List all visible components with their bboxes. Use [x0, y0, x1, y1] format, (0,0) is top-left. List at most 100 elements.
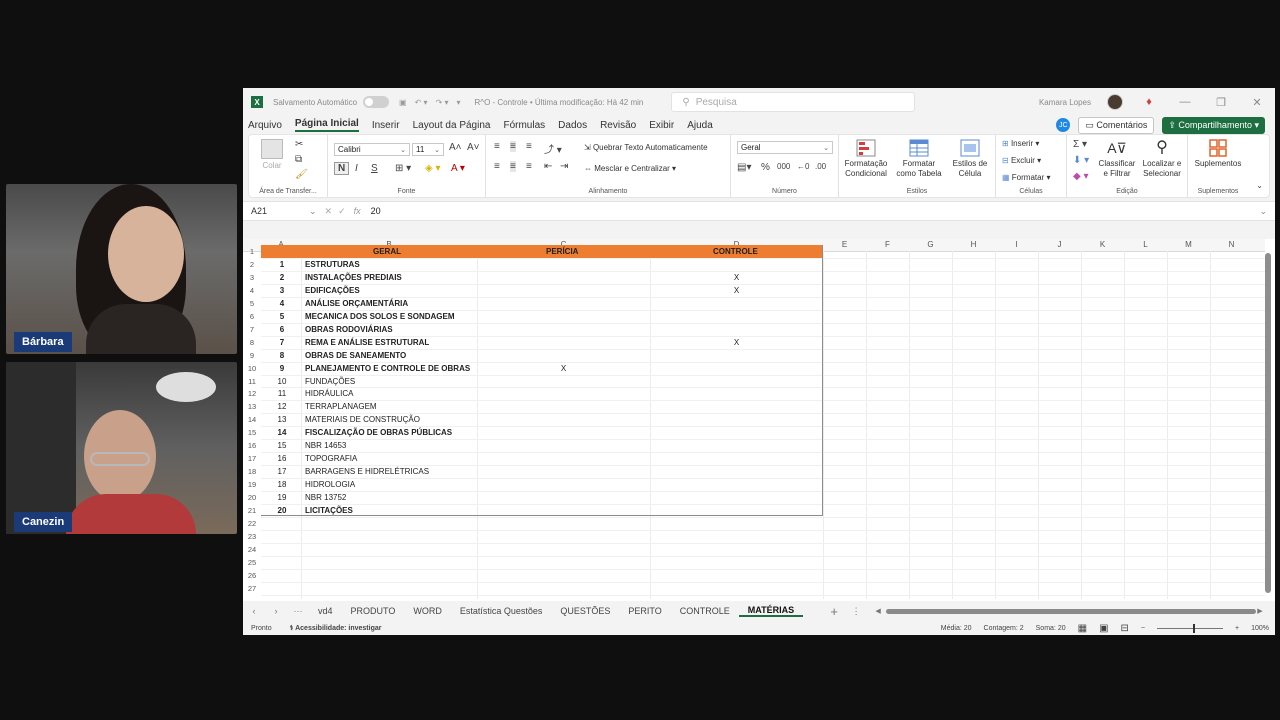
cell-number[interactable]: 16 — [271, 452, 293, 465]
row-header[interactable]: 7 — [243, 325, 261, 334]
font-name-combo[interactable]: Calibri ⌄ — [334, 143, 410, 156]
align-left-icon[interactable]: ≡ — [494, 161, 500, 172]
row-header[interactable]: 1 — [243, 247, 261, 256]
row-header[interactable]: 16 — [243, 441, 261, 450]
row-header[interactable]: 15 — [243, 428, 261, 437]
cell-subject[interactable]: TOPOGRAFIA — [305, 452, 357, 465]
number-format-combo[interactable]: Geral ⌄ — [737, 141, 833, 154]
collapse-ribbon-icon[interactable]: ⌄ — [1256, 181, 1263, 190]
enter-icon[interactable]: ✓ — [338, 206, 346, 217]
row-header[interactable]: 13 — [243, 402, 261, 411]
cell-subject[interactable]: HIDRÁULICA — [305, 387, 353, 400]
header-controle[interactable]: CONTROLE — [713, 245, 758, 258]
fill-color-icon[interactable]: ◈ ▾ — [425, 163, 441, 174]
orientation-icon[interactable]: ⤴ ▾ — [544, 141, 562, 156]
table-header-row[interactable]: GERAL PERÍCIA CONTROLE — [261, 245, 823, 258]
fill-icon[interactable]: ⬇ ▾ — [1073, 155, 1089, 166]
font-color-icon[interactable]: A ▾ — [451, 163, 465, 174]
autosum-icon[interactable]: Σ ▾ — [1073, 139, 1087, 150]
cell-controle-mark[interactable]: X — [650, 284, 823, 297]
indent-icon[interactable]: ⇥ — [560, 161, 568, 172]
cell-subject[interactable]: INSTALAÇÕES PREDIAIS — [305, 271, 402, 284]
row-header[interactable]: 25 — [243, 558, 261, 567]
outdent-icon[interactable]: ⇤ — [544, 161, 552, 172]
sheet-tab-estatistica[interactable]: Estatística Questões — [451, 606, 552, 616]
conditional-formatting-button[interactable]: Formatação Condicional — [841, 139, 891, 179]
page-break-icon[interactable]: ⊟ — [1121, 623, 1129, 634]
vertical-scrollbar[interactable] — [1265, 253, 1271, 593]
cell-subject[interactable]: EDIFICAÇÕES — [305, 284, 360, 297]
cell-subject[interactable]: BARRAGENS E HIDRELÉTRICAS — [305, 465, 429, 478]
align-top-icon[interactable]: ≡ — [494, 141, 500, 152]
tab-formulas[interactable]: Fórmulas — [503, 120, 545, 131]
zoom-out-icon[interactable]: − — [1141, 625, 1145, 632]
align-center-icon[interactable]: ≡ — [510, 161, 516, 172]
chevron-down-icon[interactable]: ⌄ — [309, 206, 317, 217]
cell-number[interactable]: 12 — [271, 400, 293, 413]
row-header[interactable]: 17 — [243, 454, 261, 463]
comments-button[interactable]: ▭ Comentários — [1078, 116, 1155, 134]
cell-subject[interactable]: NBR 14653 — [305, 439, 346, 452]
column-header[interactable]: G — [909, 240, 952, 249]
header-geral[interactable]: GERAL — [373, 245, 401, 258]
cell-subject[interactable]: REMA E ANÁLISE ESTRUTURAL — [305, 336, 429, 349]
add-sheet-icon[interactable]: + — [823, 604, 845, 619]
save-icon[interactable]: ▣ — [399, 98, 407, 107]
cell-subject[interactable]: HIDROLOGIA — [305, 478, 355, 491]
row-header[interactable]: 5 — [243, 299, 261, 308]
cell-number[interactable]: 10 — [271, 375, 293, 388]
column-header[interactable]: K — [1081, 240, 1124, 249]
cell-subject[interactable]: OBRAS DE SANEAMENTO — [305, 349, 406, 362]
cell-subject[interactable]: ESTRUTURAS — [305, 258, 360, 271]
sheet-tab-questoes[interactable]: QUESTÕES — [551, 606, 619, 616]
tab-inserir[interactable]: Inserir — [372, 120, 400, 131]
row-header[interactable]: 4 — [243, 286, 261, 295]
delete-cells-button[interactable]: ⊟ Excluir ▾ — [1002, 156, 1041, 165]
row-header[interactable]: 19 — [243, 480, 261, 489]
cell-number[interactable]: 20 — [271, 504, 293, 517]
cell-subject[interactable]: TERRAPLANAGEM — [305, 400, 377, 413]
row-header[interactable]: 21 — [243, 506, 261, 515]
row-header[interactable]: 12 — [243, 389, 261, 398]
formula-input[interactable]: 20 — [371, 206, 381, 216]
tab-layout[interactable]: Layout da Página — [413, 120, 491, 131]
merge-center-button[interactable]: ⇔ Mesclar e Centralizar ▾ — [584, 164, 676, 173]
row-header[interactable]: 26 — [243, 571, 261, 580]
align-middle-icon[interactable]: ≡ — [510, 141, 516, 152]
premium-icon[interactable]: ♦ — [1139, 96, 1159, 108]
cell-number[interactable]: 6 — [271, 323, 293, 336]
row-header[interactable]: 18 — [243, 467, 261, 476]
cell-number[interactable]: 4 — [271, 297, 293, 310]
decrease-font-icon[interactable]: A˅ — [467, 142, 480, 153]
cell-number[interactable]: 9 — [271, 362, 293, 375]
font-size-combo[interactable]: 11 ⌄ — [412, 143, 444, 156]
row-header[interactable]: 8 — [243, 338, 261, 347]
italic-button[interactable]: I — [355, 163, 358, 174]
addins-button[interactable]: Suplementos — [1190, 139, 1246, 169]
column-header[interactable]: I — [995, 240, 1038, 249]
name-box[interactable]: A21 — [243, 206, 309, 216]
sheet-tab-produto[interactable]: PRODUTO — [342, 606, 405, 616]
copilot-icon[interactable]: JC — [1056, 118, 1071, 132]
find-select-button[interactable]: ⚲ Localizar e Selecionar — [1139, 139, 1185, 179]
redo-icon[interactable]: ↷ ▾ — [436, 98, 449, 107]
cell-number[interactable]: 19 — [271, 491, 293, 504]
row-header[interactable]: 24 — [243, 545, 261, 554]
minimize-icon[interactable]: — — [1175, 96, 1195, 108]
zoom-in-icon[interactable]: + — [1235, 625, 1239, 632]
format-painter-icon[interactable]: 🖌 — [295, 169, 308, 180]
column-header[interactable]: H — [952, 240, 995, 249]
decrease-decimal-icon[interactable]: .00 — [815, 162, 826, 171]
row-header[interactable]: 22 — [243, 519, 261, 528]
participant-tile-canezin[interactable]: Canezin — [6, 362, 237, 534]
underline-button[interactable]: S — [371, 163, 378, 174]
chevron-left-icon[interactable]: ‹ — [243, 606, 265, 616]
sheet-tab-materias[interactable]: MATÉRIAS — [738, 605, 804, 617]
cell-number[interactable]: 3 — [271, 284, 293, 297]
align-bottom-icon[interactable]: ≡ — [526, 141, 532, 152]
row-header[interactable]: 11 — [243, 377, 261, 386]
cell-number[interactable]: 11 — [271, 387, 293, 400]
sheet-tab-vd4[interactable]: vd4 — [309, 606, 342, 616]
tab-ajuda[interactable]: Ajuda — [687, 120, 713, 131]
increase-font-icon[interactable]: A˄ — [449, 142, 462, 153]
